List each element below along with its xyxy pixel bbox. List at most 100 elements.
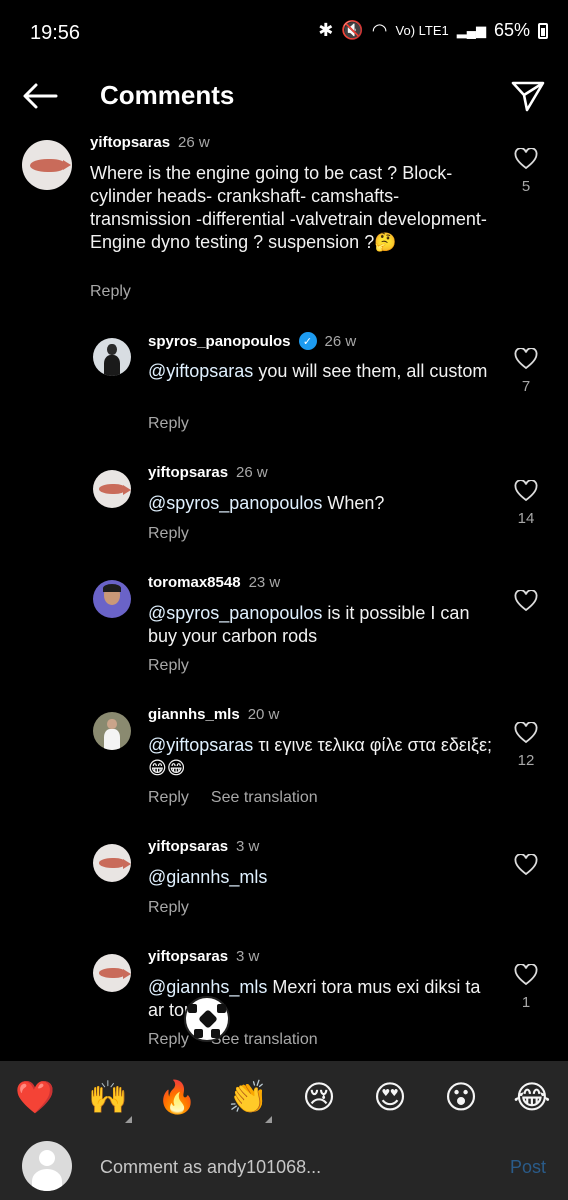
like-control: 5 xyxy=(510,148,542,195)
mention-link[interactable]: @giannhs_mls xyxy=(148,867,267,887)
back-arrow-icon[interactable] xyxy=(20,80,60,112)
heart-icon[interactable] xyxy=(514,480,538,502)
avatar[interactable] xyxy=(93,580,131,618)
comment-actions: Reply See translation xyxy=(148,789,318,807)
red-heart-emoji-icon[interactable]: ❤️ xyxy=(15,1077,55,1117)
comment-meta: yiftopsaras 26 w xyxy=(148,464,268,481)
comment-text: @yiftopsaras you will see them, all cust… xyxy=(148,360,538,383)
header: Comments xyxy=(0,68,568,124)
page-title: Comments xyxy=(100,80,235,110)
comment-text: @spyros_panopoulos When? xyxy=(148,492,538,515)
avatar[interactable] xyxy=(93,338,131,376)
wifi-icon: ◠ xyxy=(371,20,388,40)
reply-button[interactable]: Reply xyxy=(148,899,189,917)
like-control: 12 xyxy=(510,722,542,769)
reply-button[interactable]: Reply xyxy=(148,415,189,433)
heart-icon[interactable] xyxy=(514,590,538,612)
mute-icon: 🔇 xyxy=(341,20,364,40)
comment-age: 26 w xyxy=(178,134,210,151)
reply-button[interactable]: Reply xyxy=(148,657,189,675)
like-control: 7 xyxy=(510,348,542,395)
avatar[interactable] xyxy=(93,954,131,992)
like-count: 5 xyxy=(521,178,531,195)
like-count: 12 xyxy=(517,752,535,769)
username[interactable]: yiftopsaras xyxy=(148,464,228,481)
comment-actions: Reply xyxy=(148,415,189,433)
comment-composer: Post xyxy=(0,1133,568,1200)
tears-of-joy-emoji-icon[interactable]: 😂 xyxy=(512,1077,552,1117)
raising-hands-emoji-icon[interactable]: 🙌 xyxy=(88,1077,132,1123)
comment-text: @yiftopsaras τι εγινε τελικα φίλε στα εδ… xyxy=(148,734,493,780)
mention-link[interactable]: @giannhs_mls xyxy=(148,977,267,997)
heart-icon[interactable] xyxy=(514,348,538,370)
raising-hands-emoji-label: 🙌 xyxy=(88,1078,128,1116)
surprised-face-emoji-icon[interactable]: 😮 xyxy=(441,1077,481,1117)
comment-meta: yiftopsaras 26 w xyxy=(90,134,210,151)
avatar[interactable] xyxy=(93,844,131,882)
status-time: 19:56 xyxy=(30,22,81,44)
bluetooth-icon: ✱ xyxy=(318,20,334,40)
see-translation-button[interactable]: See translation xyxy=(211,789,318,807)
status-bar: 19:56 ✱ 🔇 ◠ Vo) LTE1 ▂▄▆ 65% xyxy=(0,0,568,68)
verified-badge-icon: ✓ xyxy=(298,332,317,350)
comment-meta: toromax8548 23 w xyxy=(148,574,280,591)
comment-meta: spyros_panopoulos ✓ 26 w xyxy=(148,332,356,350)
clapping-hands-emoji-label: 👏 xyxy=(228,1078,268,1116)
emoji-variant-indicator-icon xyxy=(265,1116,272,1123)
post-button[interactable]: Post xyxy=(510,1157,546,1178)
avatar[interactable] xyxy=(22,140,72,190)
like-control: 14 xyxy=(510,480,542,527)
mention-link[interactable]: @yiftopsaras xyxy=(148,735,253,755)
avatar[interactable] xyxy=(93,470,131,508)
share-send-icon[interactable] xyxy=(510,78,546,114)
reply-button[interactable]: Reply xyxy=(90,283,131,301)
see-translation-button[interactable]: See translation xyxy=(211,1031,318,1049)
network-label: Vo) LTE1 xyxy=(395,23,449,38)
emoji-reaction-bar: ❤️ 🙌 🔥 👏 😢 😍 😮 😂 xyxy=(0,1061,568,1133)
soccer-ball-icon[interactable] xyxy=(184,996,230,1042)
heart-icon[interactable] xyxy=(514,854,538,876)
username[interactable]: yiftopsaras xyxy=(148,948,228,965)
username[interactable]: yiftopsaras xyxy=(148,838,228,855)
reply-button[interactable]: Reply xyxy=(148,1031,189,1049)
comment-meta: giannhs_mls 20 w xyxy=(148,706,279,723)
heart-icon[interactable] xyxy=(514,964,538,986)
like-control: 1 xyxy=(510,964,542,1011)
battery-label: 65% xyxy=(493,20,530,40)
like-control xyxy=(510,590,542,620)
like-count: 1 xyxy=(521,994,531,1011)
heart-eyes-emoji-icon[interactable]: 😍 xyxy=(370,1077,410,1117)
mention-link[interactable]: @spyros_panopoulos xyxy=(148,493,322,513)
fire-emoji-icon[interactable]: 🔥 xyxy=(157,1077,197,1117)
comment-list: yiftopsaras 26 w Where is the engine goi… xyxy=(0,130,568,1058)
comment-actions: Reply xyxy=(148,899,189,917)
heart-icon[interactable] xyxy=(514,148,538,170)
clapping-hands-emoji-icon[interactable]: 👏 xyxy=(228,1077,272,1123)
username[interactable]: toromax8548 xyxy=(148,574,241,591)
like-count: 14 xyxy=(517,510,535,527)
comment-age: 3 w xyxy=(236,838,260,855)
comment-text: @giannhs_mls xyxy=(148,866,538,889)
mention-link[interactable]: @yiftopsaras xyxy=(148,361,253,381)
avatar[interactable] xyxy=(93,712,131,750)
username[interactable]: spyros_panopoulos xyxy=(148,333,291,350)
reply-button[interactable]: Reply xyxy=(148,525,189,543)
comment-input[interactable] xyxy=(100,1155,420,1179)
like-control xyxy=(510,854,542,884)
username[interactable]: giannhs_mls xyxy=(148,706,240,723)
comment-meta: yiftopsaras 3 w xyxy=(148,838,259,855)
comment-text: @spyros_panopoulos is it possible I can … xyxy=(148,602,498,648)
heart-icon[interactable] xyxy=(514,722,538,744)
comment-actions: Reply xyxy=(90,283,131,301)
comment-actions: Reply xyxy=(148,525,189,543)
comment-body: When? xyxy=(322,493,385,513)
emoji-variant-indicator-icon xyxy=(125,1116,132,1123)
reply-button[interactable]: Reply xyxy=(148,789,189,807)
username[interactable]: yiftopsaras xyxy=(90,134,170,151)
status-icons: ✱ 🔇 ◠ Vo) LTE1 ▂▄▆ 65% xyxy=(318,20,548,41)
signal-icon: ▂▄▆ xyxy=(456,22,486,38)
mention-link[interactable]: @spyros_panopoulos xyxy=(148,603,322,623)
crying-face-emoji-icon[interactable]: 😢 xyxy=(299,1077,339,1117)
comment-actions: Reply See translation xyxy=(148,1031,318,1049)
comment-age: 23 w xyxy=(248,574,281,591)
